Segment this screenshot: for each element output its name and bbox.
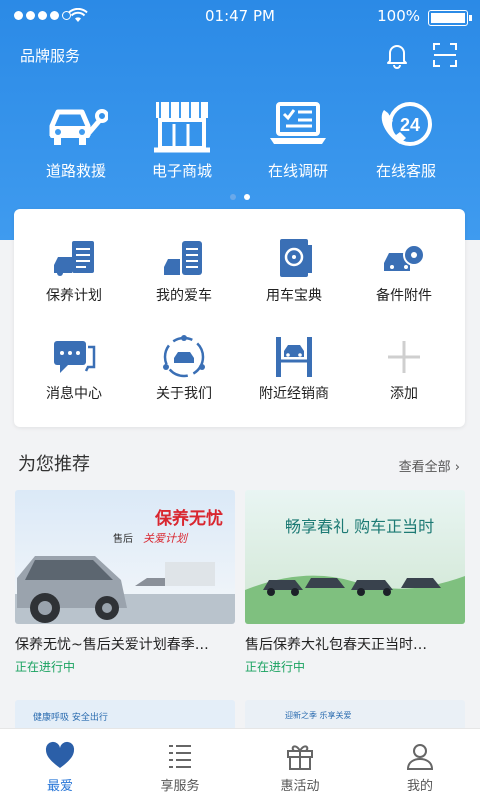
grid-nearby-dealer[interactable]: 附近经销商 (239, 335, 349, 403)
service-grid: 保养计划 我的爱车 用车宝典 备件附件 消息中心 关于我们 附近经销商 添加 (14, 209, 465, 427)
carousel-pager (0, 194, 480, 200)
recommendation-image: 畅享春礼 购车正当时 (245, 490, 465, 624)
car-lift-icon (276, 337, 312, 377)
promo-tagline: 关爱计划 (143, 532, 189, 545)
quick-online-survey[interactable]: 在线调研 (238, 96, 358, 181)
recommendation-status: 正在进行中 (245, 660, 306, 674)
quick-online-support[interactable]: 24 在线客服 (346, 96, 466, 181)
grid-add[interactable]: 添加 (349, 335, 459, 403)
support-hours-label: 24 (400, 115, 420, 135)
grid-message-center[interactable]: 消息中心 (19, 335, 129, 403)
heart-icon (45, 741, 75, 768)
plus-icon (388, 341, 420, 373)
bottom-tab-bar: 最爱 享服务 惠活动 我的 (0, 728, 480, 800)
maintenance-clipboard-icon (54, 241, 94, 276)
recommendation-title: 保养无忧~售后关爱计划春季… (15, 637, 209, 653)
grid-about-us[interactable]: 关于我们 (129, 335, 239, 403)
promo-headline: 畅享春礼 购车正当时 (285, 517, 434, 536)
gift-icon (287, 745, 313, 770)
tab-profile[interactable]: 我的 (360, 729, 480, 800)
promo-banner-maintenance: 保养无忧 售后 关爱计划 (15, 490, 235, 624)
pager-dot[interactable] (230, 194, 236, 200)
recommendation-card[interactable]: 畅享春礼 购车正当时 售后保养大礼包春天正当时… 正在进行中 (245, 490, 465, 675)
recommendation-card-peek[interactable]: 迎新之季 乐享关爱 (245, 700, 465, 730)
scan-icon[interactable] (430, 40, 460, 70)
recommendation-status: 正在进行中 (15, 660, 76, 674)
chat-bubble-icon (54, 341, 96, 373)
promo-subhead: 售后 (113, 532, 133, 545)
promo-headline: 保养无忧 (154, 508, 223, 529)
grid-my-car[interactable]: 我的爱车 (129, 237, 239, 305)
promo-banner-spring: 畅享春礼 购车正当时 (245, 490, 465, 624)
quick-label: 电子商城 (151, 162, 212, 180)
quick-online-mall[interactable]: 电子商城 (122, 96, 242, 181)
quick-label: 在线调研 (267, 162, 328, 180)
storefront-icon (154, 102, 210, 153)
list-icon (169, 745, 191, 768)
grid-parts-accessories[interactable]: 备件附件 (349, 237, 459, 305)
phone-24h-icon: 24 (381, 102, 432, 146)
tab-services[interactable]: 享服务 (120, 729, 240, 800)
peek-text: 迎新之季 乐享关爱 (285, 711, 352, 720)
quick-label: 在线客服 (375, 162, 436, 180)
grid-car-guide[interactable]: 用车宝典 (239, 237, 349, 305)
recommendation-card[interactable]: 保养无忧 售后 关爱计划 保养无忧~售后关爱计划春季… 正在进行中 (15, 490, 235, 675)
tab-favorites[interactable]: 最爱 (0, 729, 120, 800)
bell-icon[interactable] (382, 40, 412, 70)
car-gear-icon (384, 244, 425, 271)
section-title: 为您推荐 (18, 454, 90, 475)
recommendation-image: 保养无忧 售后 关爱计划 (15, 490, 235, 624)
pager-dot-active[interactable] (244, 194, 250, 200)
quick-road-rescue[interactable]: 道路救援 (16, 96, 136, 181)
laptop-survey-icon (270, 102, 326, 144)
people-car-icon (163, 335, 205, 378)
brand-services-title: 品牌服务 (20, 47, 81, 65)
recommendation-card-peek[interactable]: 健康呼吸 安全出行 (15, 700, 235, 730)
battery-percent: 100% (377, 7, 420, 25)
car-wrench-icon (49, 109, 108, 145)
user-icon (406, 744, 434, 770)
guidebook-icon (280, 239, 312, 277)
view-all-link[interactable]: 查看全部 › (399, 456, 460, 475)
quick-label: 道路救援 (45, 162, 106, 180)
recommendation-title: 售后保养大礼包春天正当时… (245, 637, 427, 653)
my-car-icon (164, 241, 202, 275)
battery-icon (428, 10, 472, 26)
grid-maintenance-plan[interactable]: 保养计划 (19, 237, 129, 305)
peek-text: 健康呼吸 安全出行 (33, 713, 108, 723)
chevron-right-icon: › (454, 460, 460, 475)
tab-deals[interactable]: 惠活动 (240, 729, 360, 800)
status-bar: 01:47 PM 100% (0, 6, 480, 28)
